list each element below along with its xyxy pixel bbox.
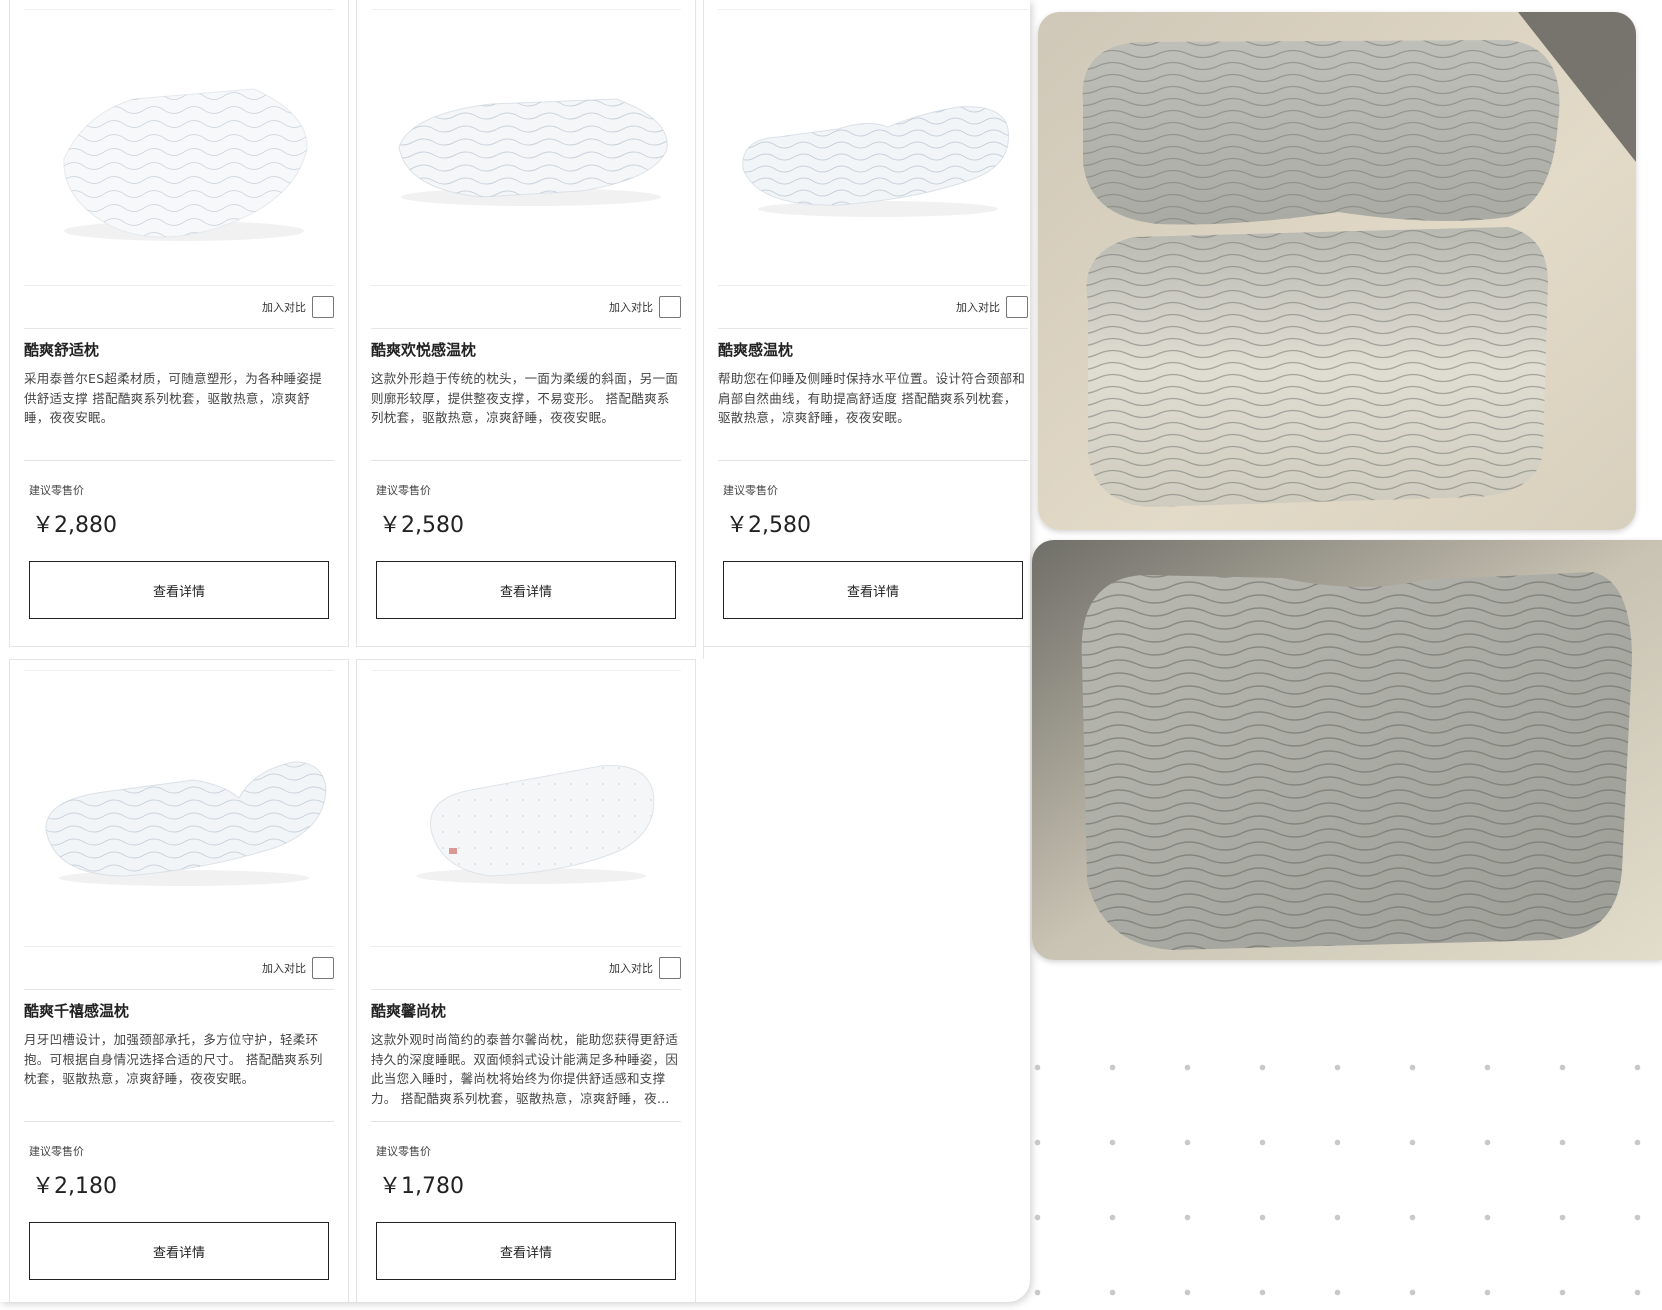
- compare-label: 加入对比: [609, 301, 653, 314]
- divider: [24, 946, 334, 947]
- product-price: ￥2,580: [379, 513, 464, 538]
- product-description: 这款外观时尚简约的泰普尔馨尚枕，能助您获得更舒适持久的深度睡眠。双面倾斜式设计能…: [371, 1032, 679, 1106]
- divider: [718, 285, 1028, 286]
- product-card: 加入对比 酷爽感温枕 帮助您在仰睡及侧睡时保持水平位置。设计符合颈部和肩部自然曲…: [703, 0, 1030, 647]
- product-name[interactable]: 酷爽千禧感温枕: [24, 1000, 129, 1021]
- product-image[interactable]: [24, 680, 334, 942]
- product-price: ￥1,780: [379, 1174, 464, 1199]
- product-description: 这款外形趋于传统的枕头，一面为柔缓的斜面，另一面则廓形较厚，提供整夜支撑，不易变…: [371, 371, 679, 425]
- compare-label: 加入对比: [609, 962, 653, 975]
- divider: [371, 946, 681, 947]
- divider: [371, 989, 681, 990]
- product-card: 加入对比 酷爽欢悦感温枕 这款外形趋于传统的枕头，一面为柔缓的斜面，另一面则廓形…: [356, 0, 696, 647]
- divider: [24, 328, 334, 329]
- price-label: 建议零售价: [376, 484, 431, 497]
- product-price: ￥2,580: [726, 513, 811, 538]
- compare-label: 加入对比: [262, 301, 306, 314]
- add-to-compare[interactable]: 加入对比: [956, 295, 1028, 319]
- divider: [371, 460, 681, 461]
- divider: [24, 460, 334, 461]
- compare-checkbox[interactable]: [312, 957, 334, 979]
- view-details-button[interactable]: 查看详情: [29, 1222, 329, 1280]
- compare-label: 加入对比: [262, 962, 306, 975]
- add-to-compare[interactable]: 加入对比: [609, 956, 681, 980]
- divider: [718, 460, 1028, 461]
- dot-grid-background: [1030, 1010, 1662, 1310]
- divider: [371, 670, 681, 671]
- divider: [371, 9, 681, 10]
- divider: [371, 1121, 681, 1122]
- view-details-button[interactable]: 查看详情: [376, 1222, 676, 1280]
- divider: [24, 285, 334, 286]
- compare-checkbox[interactable]: [659, 296, 681, 318]
- product-description: 月牙凹槽设计，加强颈部承托，多方位守护，轻柔环抱。可根据自身情况选择合适的尺寸。…: [24, 1032, 323, 1086]
- divider: [24, 989, 334, 990]
- divider: [24, 9, 334, 10]
- product-photo: [1038, 12, 1636, 530]
- compare-checkbox[interactable]: [659, 957, 681, 979]
- price-label: 建议零售价: [376, 1145, 431, 1158]
- price-label: 建议零售价: [723, 484, 778, 497]
- view-details-button[interactable]: 查看详情: [376, 561, 676, 619]
- product-description: 帮助您在仰睡及侧睡时保持水平位置。设计符合颈部和肩部自然曲线，有助提高舒适度 搭…: [718, 371, 1026, 425]
- compare-label: 加入对比: [956, 301, 1000, 314]
- product-listing: 加入对比 酷爽舒适枕 采用泰普尔ES超柔材质，可随意塑形，为各种睡姿提供舒适支撑…: [0, 0, 1030, 1302]
- product-image[interactable]: [718, 19, 1028, 281]
- view-details-button[interactable]: 查看详情: [723, 561, 1023, 619]
- divider: [718, 328, 1028, 329]
- product-description: 采用泰普尔ES超柔材质，可随意塑形，为各种睡姿提供舒适支撑 搭配酷爽系列枕套，驱…: [24, 371, 323, 425]
- product-photo: [1032, 540, 1662, 960]
- product-card: 加入对比 酷爽千禧感温枕 月牙凹槽设计，加强颈部承托，多方位守护，轻柔环抱。可根…: [9, 659, 349, 1302]
- add-to-compare[interactable]: 加入对比: [262, 956, 334, 980]
- divider: [371, 285, 681, 286]
- view-details-button[interactable]: 查看详情: [29, 561, 329, 619]
- product-card: 加入对比 酷爽舒适枕 采用泰普尔ES超柔材质，可随意塑形，为各种睡姿提供舒适支撑…: [9, 0, 349, 647]
- compare-checkbox[interactable]: [312, 296, 334, 318]
- product-card: 加入对比 酷爽馨尚枕 这款外观时尚简约的泰普尔馨尚枕，能助您获得更舒适持久的深度…: [356, 659, 696, 1302]
- add-to-compare[interactable]: 加入对比: [609, 295, 681, 319]
- product-name[interactable]: 酷爽舒适枕: [24, 339, 99, 360]
- divider: [24, 670, 334, 671]
- price-label: 建议零售价: [29, 484, 84, 497]
- compare-checkbox[interactable]: [1006, 296, 1028, 318]
- product-price: ￥2,180: [32, 1174, 117, 1199]
- card-edge: [703, 647, 704, 659]
- price-label: 建议零售价: [29, 1145, 84, 1158]
- divider: [371, 328, 681, 329]
- divider: [718, 9, 1028, 10]
- product-name[interactable]: 酷爽馨尚枕: [371, 1000, 446, 1021]
- product-price: ￥2,880: [32, 513, 117, 538]
- product-name[interactable]: 酷爽欢悦感温枕: [371, 339, 476, 360]
- product-image[interactable]: [371, 19, 681, 281]
- add-to-compare[interactable]: 加入对比: [262, 295, 334, 319]
- product-image[interactable]: [24, 19, 334, 281]
- divider: [24, 1121, 334, 1122]
- product-image[interactable]: [371, 680, 681, 942]
- product-name[interactable]: 酷爽感温枕: [718, 339, 793, 360]
